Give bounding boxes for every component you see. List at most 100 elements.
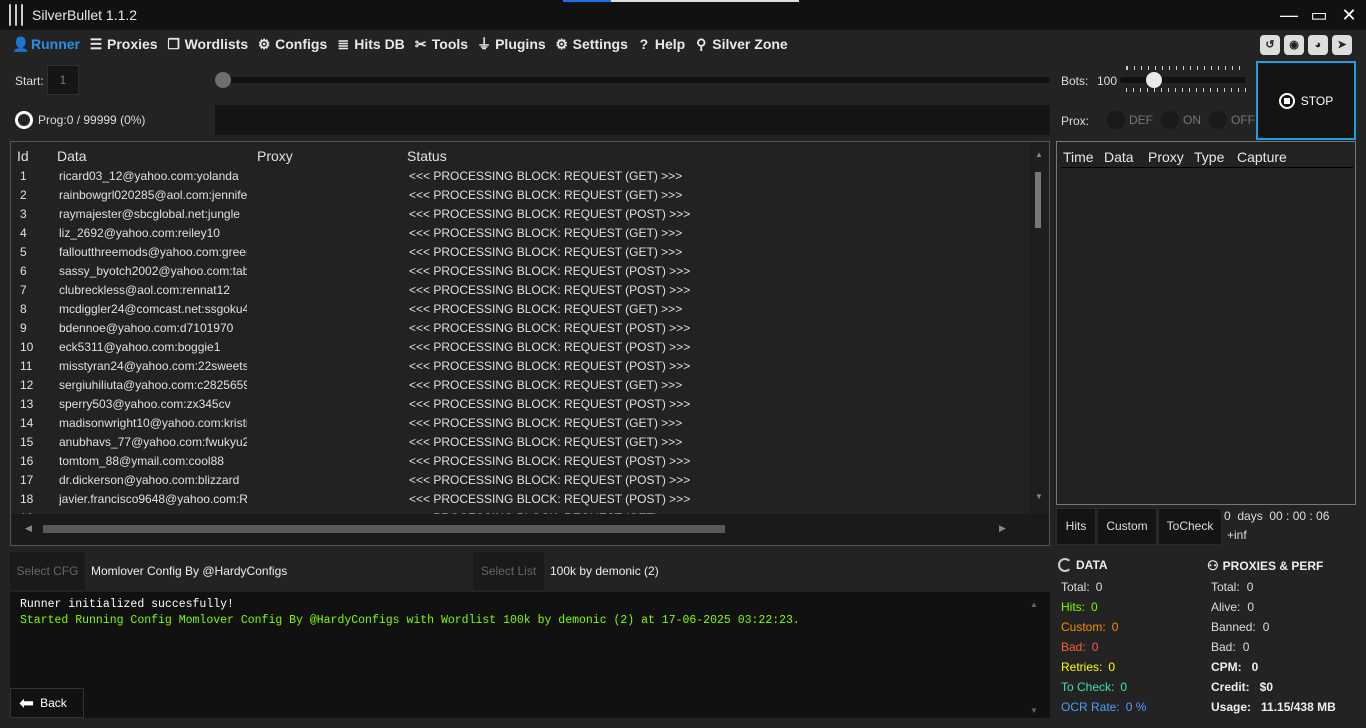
table-row[interactable]: 12 sergiuhiliuta@yahoo.com:c2825659 <<< PR…	[11, 376, 1019, 395]
vertical-scrollbar[interactable]: ▲ ▼	[1029, 142, 1049, 514]
proxy-mode-group: DEF ON OFF	[1107, 111, 1259, 129]
bots-slider[interactable]	[1120, 77, 1246, 83]
table-row[interactable]: 1 ricard03_12@yahoo.com:yolanda <<< PROCES…	[11, 167, 1019, 186]
table-row[interactable]: 5 falloutthreemods@yahoo.com:green <<< PRO…	[11, 243, 1019, 262]
table-row[interactable]: 6 sassy_byotch2002@yahoo.com:tabb <<< PROC…	[11, 262, 1019, 281]
hits-col-capture[interactable]: Capture	[1237, 149, 1287, 165]
cell-status: <<< PROCESSING BLOCK: REQUEST (GET) >>>	[409, 226, 683, 240]
table-row[interactable]: 11 misstyran24@yahoo.com:22sweets <<< PROC…	[11, 357, 1019, 376]
stat-value: 0	[1111, 620, 1119, 634]
menu-plugins[interactable]: ⏚ Plugins	[476, 34, 546, 54]
hits-col-time[interactable]: Time	[1063, 149, 1094, 165]
table-row[interactable]: 10 eck5311@yahoo.com:boggie1 <<< PROCESSIN…	[11, 338, 1019, 357]
menu-label: Hits DB	[354, 36, 405, 52]
table-row[interactable]: 18 javier.francisco9648@yahoo.com:Rc <<< P…	[11, 490, 1019, 509]
log-scroll-down-icon[interactable]: ▼	[1030, 706, 1038, 715]
telegram-icon[interactable]: ➤	[1332, 35, 1352, 55]
perf-title: PROXIES & PERF	[1222, 559, 1324, 573]
menu-tools[interactable]: ✂ Tools	[413, 36, 468, 53]
discord-icon[interactable]: ◕	[1308, 35, 1328, 55]
camera-icon[interactable]: ◉	[1284, 35, 1304, 55]
table-row[interactable]: 3 raymajester@sbcglobal.net:jungle <<< PRO…	[11, 205, 1019, 224]
cell-status: <<< PROCESSING BLOCK: REQUEST (GET) >>>	[409, 435, 683, 449]
cell-status: <<< PROCESSING BLOCK: REQUEST (POST) >>>	[409, 359, 691, 373]
menu-hits-db[interactable]: ≣ Hits DB	[335, 36, 405, 53]
menu-settings[interactable]: ⚙ Settings	[554, 36, 628, 53]
menu-label: Runner	[31, 36, 80, 52]
close-button[interactable]: ✕	[1336, 4, 1362, 26]
table-row[interactable]: 4 liz_2692@yahoo.com:reiley10 <<< PROCESSI…	[11, 224, 1019, 243]
cell-id: 13	[20, 397, 34, 411]
tab-hits[interactable]: Hits	[1056, 508, 1096, 545]
hits-col-type[interactable]: Type	[1194, 149, 1224, 165]
log-scroll-up-icon[interactable]: ▲	[1030, 600, 1038, 609]
table-row[interactable]: 17 dr.dickerson@yahoo.com:blizzard <<< PRO…	[11, 471, 1019, 490]
menu-runner[interactable]: 👤 Runner	[12, 36, 80, 53]
horizontal-scrollbar[interactable]: ◀ ▶	[11, 514, 1049, 545]
hscroll-thumb[interactable]	[43, 525, 725, 533]
hits-col-proxy[interactable]: Proxy	[1148, 149, 1184, 165]
table-row[interactable]: 9 bdennoe@yahoo.com:d7101970 <<< PROCESSIN…	[11, 319, 1019, 338]
prox-radio-on[interactable]	[1161, 111, 1179, 129]
table-row[interactable]: 15 anubhavs_77@yahoo.com:fwukyu2 <<< PROCE…	[11, 433, 1019, 452]
table-row[interactable]: 8 mcdiggler24@comcast.net:ssgoku4 <<< PROC…	[11, 300, 1019, 319]
table-row[interactable]: 16 tomtom_88@ymail.com:cool88 <<< PROCESSI…	[11, 452, 1019, 471]
cell-id: 15	[20, 435, 34, 449]
stat-value: 0	[1247, 600, 1255, 614]
stat-label: Credit:	[1211, 680, 1250, 694]
cell-id: 3	[20, 207, 27, 221]
history-icon[interactable]: ↺	[1260, 35, 1280, 55]
start-input[interactable]: 1	[47, 65, 79, 95]
stat-label: Total:	[1211, 580, 1240, 594]
scroll-up-icon[interactable]: ▲	[1035, 150, 1043, 159]
menu-silver-zone[interactable]: ⚲ Silver Zone	[693, 36, 788, 53]
menu-help[interactable]: ? Help	[636, 36, 686, 52]
minimize-button[interactable]: —	[1276, 4, 1302, 26]
cell-id: 12	[20, 378, 34, 392]
hits-col-data[interactable]: Data	[1104, 149, 1134, 165]
main-menu: 👤 Runner ☰ Proxies ❐ Wordlists ⚙ Configs ≣ Hits D…	[0, 30, 1366, 58]
tab-tocheck[interactable]: ToCheck	[1158, 508, 1222, 545]
bots-slider-handle[interactable]	[1146, 72, 1162, 88]
tab-custom[interactable]: Custom	[1097, 508, 1157, 545]
loading-icon	[1058, 558, 1072, 572]
cell-status: <<< PROCESSING BLOCK: REQUEST (POST) >>>	[409, 473, 691, 487]
scroll-down-icon[interactable]: ▼	[1035, 492, 1043, 501]
stat-value: 0	[1251, 660, 1259, 674]
back-arrow-icon: ⬅	[19, 692, 35, 713]
cell-data: bdennoe@yahoo.com:d7101970	[59, 321, 234, 335]
menu-label: Silver Zone	[712, 36, 788, 52]
table-row[interactable]: 7 clubreckless@aol.com:rennat12 <<< PROCES…	[11, 281, 1019, 300]
prox-radio-off[interactable]	[1209, 111, 1227, 129]
start-slider[interactable]	[215, 77, 1050, 83]
stat-label: Bad:	[1061, 640, 1086, 654]
cell-id: 14	[20, 416, 34, 430]
back-button[interactable]: ⬅ Back	[10, 688, 84, 718]
col-header-id[interactable]: Id	[17, 148, 29, 164]
stop-button[interactable]: STOP	[1256, 61, 1356, 140]
stat-label: To Check:	[1061, 680, 1115, 694]
menu-wordlists[interactable]: ❐ Wordlists	[166, 36, 248, 53]
select-list-button[interactable]: Select List	[473, 552, 544, 590]
start-slider-handle[interactable]	[215, 72, 231, 88]
prox-radio-def[interactable]	[1107, 111, 1125, 129]
table-row[interactable]: 13 sperry503@yahoo.com:zx345cv <<< PROCESS…	[11, 395, 1019, 414]
table-row[interactable]: 2 rainbowgrl020285@aol.com:jennifer <<< PR…	[11, 186, 1019, 205]
perf-stat: Alive: 0	[1211, 600, 1254, 614]
scroll-right-icon[interactable]: ▶	[999, 523, 1006, 534]
maximize-button[interactable]: ▭	[1306, 4, 1332, 26]
menu-proxies[interactable]: ☰ Proxies	[88, 36, 158, 53]
col-header-status[interactable]: Status	[407, 148, 447, 164]
col-header-data[interactable]: Data	[57, 148, 87, 164]
cell-status: <<< PROCESSING BLOCK: REQUEST (POST) >>>	[409, 340, 691, 354]
log-console[interactable]: Runner initialized succesfully! Started R…	[10, 592, 1050, 718]
table-row[interactable]: 14 madisonwright10@yahoo.com:kristi <<< PR…	[11, 414, 1019, 433]
stat-value: 0 %	[1125, 700, 1147, 714]
select-cfg-button[interactable]: Select CFG	[10, 552, 85, 590]
menu-configs[interactable]: ⚙ Configs	[256, 36, 327, 53]
col-header-proxy[interactable]: Proxy	[257, 148, 293, 164]
prog-value: 0 / 99999 (0%)	[66, 113, 146, 127]
scroll-left-icon[interactable]: ◀	[25, 523, 32, 534]
scroll-thumb[interactable]	[1035, 172, 1041, 228]
perf-icon: ⚇	[1207, 558, 1219, 573]
